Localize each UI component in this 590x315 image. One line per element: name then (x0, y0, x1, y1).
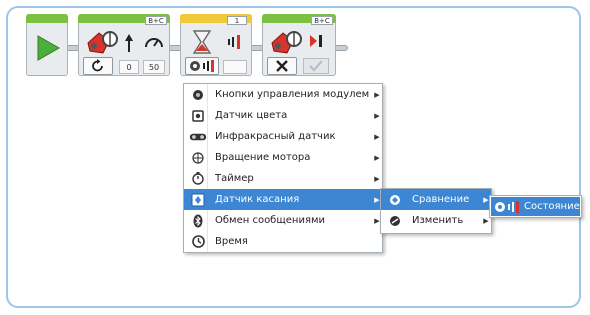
brick-buttons-icon (189, 86, 207, 104)
bluetooth-icon (189, 212, 207, 230)
submenu-arrow-icon: ▶ (374, 174, 380, 183)
submenu-item-change[interactable]: Изменить ▶ (381, 210, 491, 231)
state-icon (494, 198, 520, 216)
touch-sensor-submenu: Сравнение ▶ Изменить ▶ (380, 188, 492, 234)
menu-item-time[interactable]: Время (184, 231, 382, 252)
menu-item-touch-sensor[interactable]: Датчик касания ▶ (184, 189, 382, 210)
rotate-icon (92, 59, 103, 72)
mode-selector[interactable] (267, 57, 297, 75)
menu-item-label: Изменить (412, 215, 464, 226)
block-tab (26, 14, 68, 23)
menu-item-label: Датчик цвета (215, 110, 288, 121)
menu-item-label: Таймер (215, 173, 254, 184)
wait-block[interactable]: 1 (180, 14, 252, 76)
menu-item-label: Датчик касания (215, 194, 300, 205)
menu-item-label: Кнопки управления модулем (215, 89, 370, 100)
menu-item-label: Время (215, 236, 248, 247)
touch-sensor-icon (190, 60, 214, 72)
hourglass-icon (192, 30, 212, 54)
touch-sensor-state-icon (228, 35, 240, 49)
sequence-wire (334, 45, 348, 51)
check-icon (309, 60, 323, 72)
submenu-item-state[interactable]: Состояние (491, 197, 580, 216)
port-label[interactable]: 1 (227, 16, 247, 25)
start-block[interactable] (26, 14, 68, 76)
time-icon (189, 233, 207, 251)
color-sensor-icon (189, 107, 207, 125)
menu-item-brick-buttons[interactable]: Кнопки управления модулем ▶ (184, 84, 382, 105)
brake-toggle[interactable] (303, 58, 329, 74)
menu-item-timer[interactable]: Таймер ▶ (184, 168, 382, 189)
menu-item-label: Состояние (524, 201, 580, 212)
compare-submenu: Состояние (489, 195, 582, 218)
timer-icon (189, 170, 207, 188)
menu-item-infrared-sensor[interactable]: Инфракрасный датчик ▶ (184, 126, 382, 147)
move-steering-icon (271, 31, 302, 54)
power-value[interactable]: 50 (143, 60, 165, 74)
menu-item-motor-rotation[interactable]: Вращение мотора ▶ (184, 147, 382, 168)
infrared-sensor-icon (189, 128, 207, 146)
mode-selector[interactable] (185, 57, 219, 75)
play-icon (37, 35, 60, 61)
menu-item-label: Инфракрасный датчик (215, 131, 336, 142)
submenu-item-compare[interactable]: Сравнение ▶ (381, 189, 491, 210)
stop-icon (310, 35, 322, 47)
port-label[interactable]: B+C (145, 16, 167, 25)
move-steering-block[interactable]: B+C 0 50 (78, 14, 170, 76)
menu-item-label: Вращение мотора (215, 152, 311, 163)
speedometer-icon (145, 38, 163, 48)
move-steering-block[interactable]: B+C (262, 14, 336, 76)
arrow-up-icon (125, 34, 133, 52)
menu-item-messaging[interactable]: Обмен сообщениями ▶ (184, 210, 382, 231)
mode-selector[interactable] (83, 57, 113, 75)
menu-item-label: Обмен сообщениями (215, 215, 326, 226)
close-icon (276, 60, 288, 72)
touch-sensor-icon (189, 191, 207, 209)
menu-item-label: Сравнение (412, 194, 470, 205)
submenu-arrow-icon: ▶ (374, 111, 380, 120)
menu-item-color-sensor[interactable]: Датчик цвета ▶ (184, 105, 382, 126)
port-label[interactable]: B+C (311, 16, 333, 25)
motor-rotation-icon (189, 149, 207, 167)
sensor-menu: Кнопки управления модулем ▶ Датчик цвета… (183, 83, 383, 253)
submenu-arrow-icon: ▶ (374, 132, 380, 141)
submenu-arrow-icon: ▶ (374, 90, 380, 99)
steering-value[interactable]: 0 (119, 60, 139, 74)
submenu-arrow-icon: ▶ (374, 153, 380, 162)
compare-value-slot[interactable] (223, 60, 247, 74)
change-icon (386, 212, 404, 230)
compare-icon (386, 191, 404, 209)
move-steering-icon (87, 31, 118, 54)
